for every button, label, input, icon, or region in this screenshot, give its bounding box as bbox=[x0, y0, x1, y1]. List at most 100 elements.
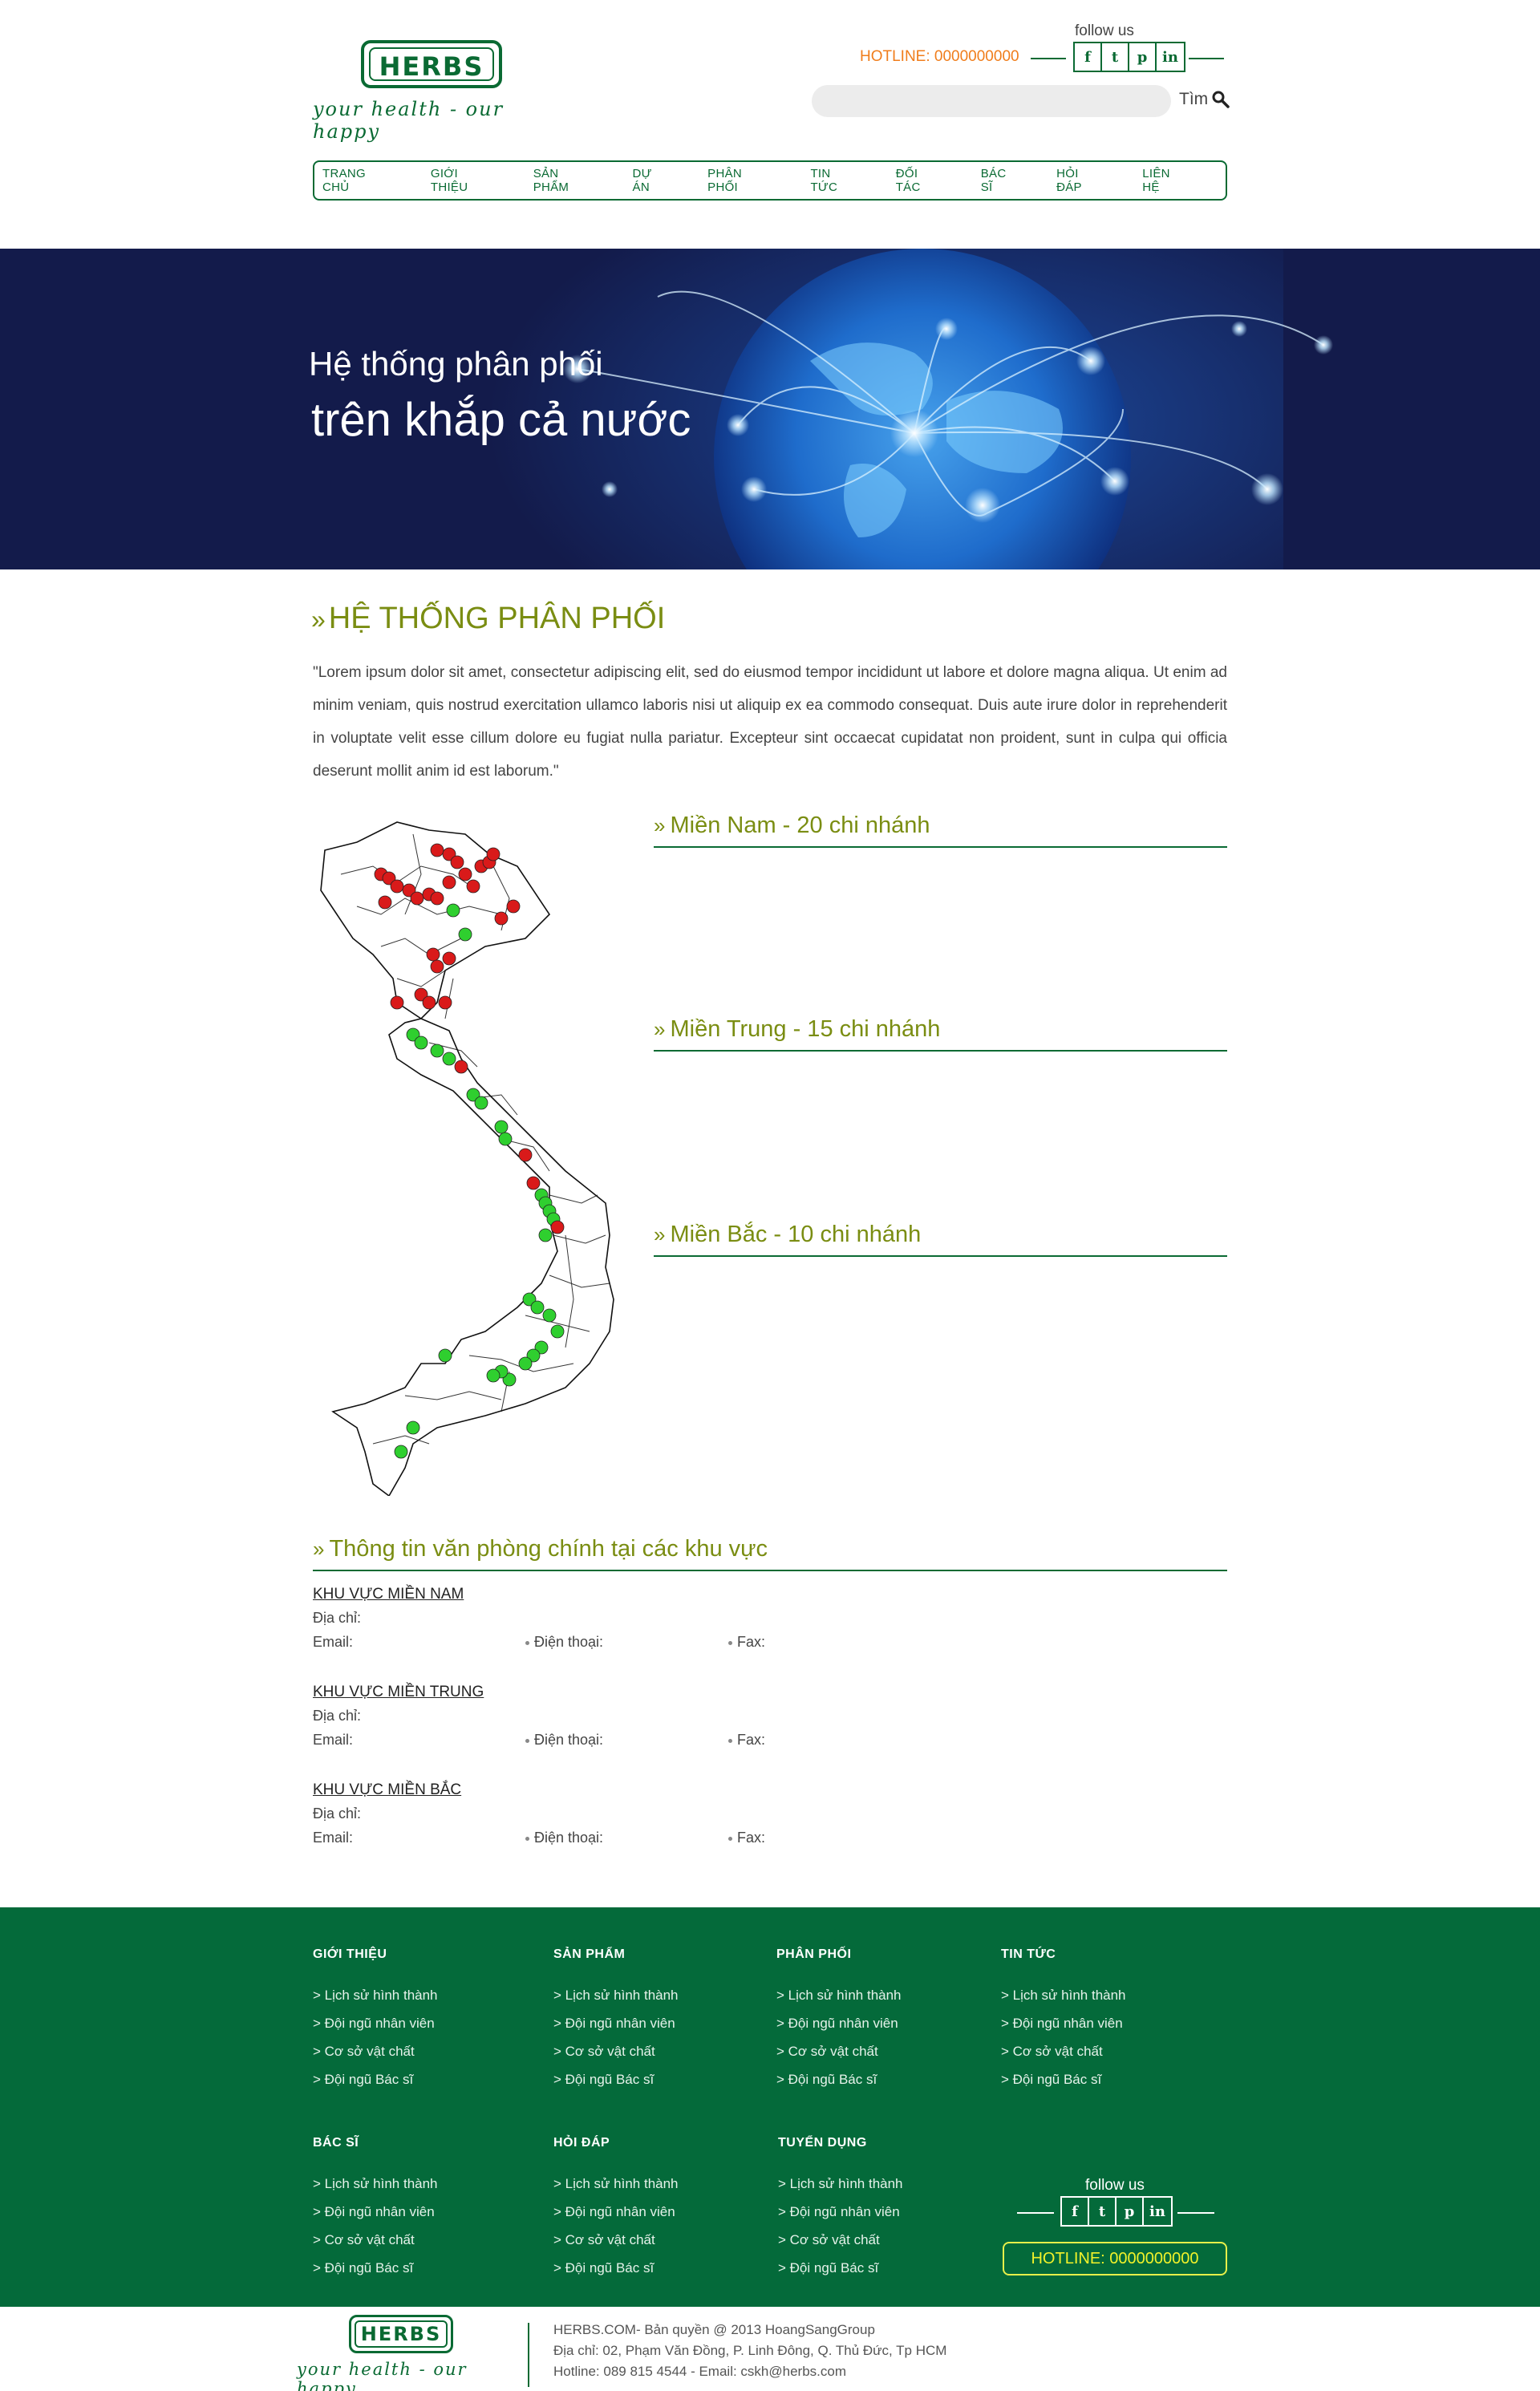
branch-marker[interactable] bbox=[446, 903, 460, 918]
branch-marker[interactable] bbox=[406, 1420, 420, 1435]
footer-link[interactable]: > Đội ngũ nhân viên bbox=[313, 2198, 521, 2226]
footer-link[interactable]: > Đội ngũ Bác sĩ bbox=[553, 2065, 762, 2093]
branch-marker[interactable] bbox=[466, 879, 480, 894]
facebook-icon[interactable]: f bbox=[1075, 43, 1102, 71]
branch-marker[interactable] bbox=[450, 855, 464, 869]
branch-marker[interactable] bbox=[442, 1052, 456, 1066]
branch-marker[interactable] bbox=[390, 995, 404, 1010]
nav-item-distribution[interactable]: PHÂN PHỐI bbox=[707, 167, 775, 194]
footer-link[interactable]: > Đội ngũ nhân viên bbox=[313, 2009, 521, 2037]
nav-item-home[interactable]: TRANG CHỦ bbox=[322, 167, 395, 194]
nav-item-projects[interactable]: DỰ ÁN bbox=[633, 167, 673, 194]
branch-marker[interactable] bbox=[378, 895, 392, 910]
branch-marker[interactable] bbox=[394, 1445, 408, 1459]
facebook-icon[interactable]: f bbox=[1062, 2198, 1089, 2225]
branch-marker[interactable] bbox=[430, 1044, 444, 1058]
branch-marker[interactable] bbox=[474, 1096, 488, 1110]
branch-marker[interactable] bbox=[454, 1060, 468, 1074]
footer-link[interactable]: > Lịch sử hình thành bbox=[553, 1981, 762, 2009]
branch-marker[interactable] bbox=[494, 1120, 509, 1134]
nav-item-partners[interactable]: ĐỐI TÁC bbox=[896, 167, 946, 194]
nav-item-doctors[interactable]: BÁC SĨ bbox=[981, 167, 1021, 194]
footer-link[interactable]: > Đội ngũ Bác sĩ bbox=[1001, 2065, 1210, 2093]
branch-marker[interactable] bbox=[442, 951, 456, 966]
branch-marker[interactable] bbox=[414, 1035, 428, 1050]
footer-hotline-button[interactable]: HOTLINE: 0000000000 bbox=[1003, 2242, 1227, 2276]
branch-marker[interactable] bbox=[486, 1368, 500, 1383]
footer-link[interactable]: > Lịch sử hình thành bbox=[1001, 1981, 1210, 2009]
nav-item-about[interactable]: GIỚI THIỆU bbox=[431, 167, 498, 194]
branch-marker[interactable] bbox=[430, 843, 444, 857]
branch-marker[interactable] bbox=[390, 879, 404, 894]
branch-marker[interactable] bbox=[530, 1300, 545, 1315]
branch-marker[interactable] bbox=[438, 1348, 452, 1363]
branch-marker[interactable] bbox=[526, 1176, 541, 1190]
nav-item-faq[interactable]: HỎI ĐÁP bbox=[1056, 167, 1107, 194]
branch-marker[interactable] bbox=[442, 875, 456, 890]
footer-link[interactable]: > Đội ngũ nhân viên bbox=[1001, 2009, 1210, 2037]
footer-link[interactable]: > Đội ngũ nhân viên bbox=[553, 2198, 762, 2226]
branch-marker[interactable] bbox=[410, 891, 424, 906]
bullet-icon bbox=[525, 1738, 529, 1743]
branch-marker[interactable] bbox=[518, 1356, 533, 1371]
footer-link[interactable]: > Cơ sở vật chất bbox=[553, 2037, 762, 2065]
nav-item-products[interactable]: SẢN PHẨM bbox=[533, 167, 598, 194]
nav-item-news[interactable]: TIN TỨC bbox=[810, 167, 860, 194]
branch-marker[interactable] bbox=[498, 1132, 513, 1146]
footer-link[interactable]: > Đội ngũ Bác sĩ bbox=[776, 2065, 985, 2093]
branch-marker[interactable] bbox=[486, 847, 500, 861]
footer-link[interactable]: > Cơ sở vật chất bbox=[1001, 2037, 1210, 2065]
branch-marker[interactable] bbox=[538, 1228, 553, 1242]
branch-marker[interactable] bbox=[430, 959, 444, 974]
pinterest-icon[interactable]: p bbox=[1116, 2198, 1144, 2225]
search-input[interactable] bbox=[812, 85, 1171, 117]
bottom-bar: HERBS your health - our happy HERBS.COM-… bbox=[0, 2307, 1540, 2391]
footer-link[interactable]: > Đội ngũ Bác sĩ bbox=[313, 2254, 521, 2282]
double-chevron-icon: » bbox=[311, 605, 326, 634]
footer-link[interactable]: > Cơ sở vật chất bbox=[778, 2226, 987, 2254]
branch-marker[interactable] bbox=[426, 947, 440, 962]
footer-link[interactable]: > Lịch sử hình thành bbox=[313, 2170, 521, 2198]
branch-marker[interactable] bbox=[494, 911, 509, 926]
search-button[interactable]: Tìm bbox=[1179, 90, 1230, 109]
footer-link[interactable]: > Đội ngũ nhân viên bbox=[778, 2198, 987, 2226]
footer-link[interactable]: > Lịch sử hình thành bbox=[553, 2170, 762, 2198]
footer-link[interactable]: > Đội ngũ Bác sĩ bbox=[778, 2254, 987, 2282]
branch-marker[interactable] bbox=[542, 1308, 557, 1323]
pinterest-icon[interactable]: p bbox=[1129, 43, 1157, 71]
nav-item-contact[interactable]: LIÊN HỆ bbox=[1142, 167, 1190, 194]
search-icon bbox=[1212, 91, 1230, 108]
footer-link[interactable]: > Cơ sở vật chất bbox=[776, 2037, 985, 2065]
footer-link[interactable]: > Đội ngũ nhân viên bbox=[776, 2009, 985, 2037]
branch-marker[interactable] bbox=[458, 927, 472, 942]
footer-link[interactable]: > Đội ngũ Bác sĩ bbox=[313, 2065, 521, 2093]
branch-marker[interactable] bbox=[550, 1220, 565, 1234]
branch-marker[interactable] bbox=[458, 867, 472, 881]
footer-logo[interactable]: HERBS your health - our happy bbox=[297, 2315, 513, 2391]
office-name[interactable]: KHU VỰC MIỀN NAM bbox=[313, 1586, 464, 1603]
branch-marker[interactable] bbox=[438, 995, 452, 1010]
office-name[interactable]: KHU VỰC MIỀN TRUNG bbox=[313, 1684, 484, 1701]
branch-marker[interactable] bbox=[518, 1148, 533, 1162]
branch-marker[interactable] bbox=[422, 995, 436, 1010]
footer-link[interactable]: > Đội ngũ Bác sĩ bbox=[553, 2254, 762, 2282]
branch-marker[interactable] bbox=[506, 899, 521, 914]
office-phone: Điện thoại: bbox=[525, 1732, 603, 1749]
footer-link[interactable]: > Cơ sở vật chất bbox=[553, 2226, 762, 2254]
branch-marker[interactable] bbox=[550, 1324, 565, 1339]
twitter-icon[interactable]: t bbox=[1089, 2198, 1116, 2225]
logo-tagline: your health - our happy bbox=[297, 2360, 468, 2391]
footer-link[interactable]: > Cơ sở vật chất bbox=[313, 2037, 521, 2065]
footer-link[interactable]: > Lịch sử hình thành bbox=[776, 1981, 985, 2009]
linkedin-icon[interactable]: in bbox=[1157, 43, 1184, 71]
footer-link[interactable]: > Lịch sử hình thành bbox=[778, 2170, 987, 2198]
branch-marker[interactable] bbox=[430, 891, 444, 906]
linkedin-icon[interactable]: in bbox=[1144, 2198, 1171, 2225]
footer-link[interactable]: > Cơ sở vật chất bbox=[313, 2226, 521, 2254]
footer-link[interactable]: > Đội ngũ nhân viên bbox=[553, 2009, 762, 2037]
site-logo[interactable]: HERBS your health - our happy bbox=[313, 32, 561, 143]
twitter-icon[interactable]: t bbox=[1102, 43, 1129, 71]
section-title-text: HỆ THỐNG PHÂN PHỐI bbox=[328, 602, 666, 635]
footer-link[interactable]: > Lịch sử hình thành bbox=[313, 1981, 521, 2009]
office-name[interactable]: KHU VỰC MIỀN BẮC bbox=[313, 1781, 461, 1799]
